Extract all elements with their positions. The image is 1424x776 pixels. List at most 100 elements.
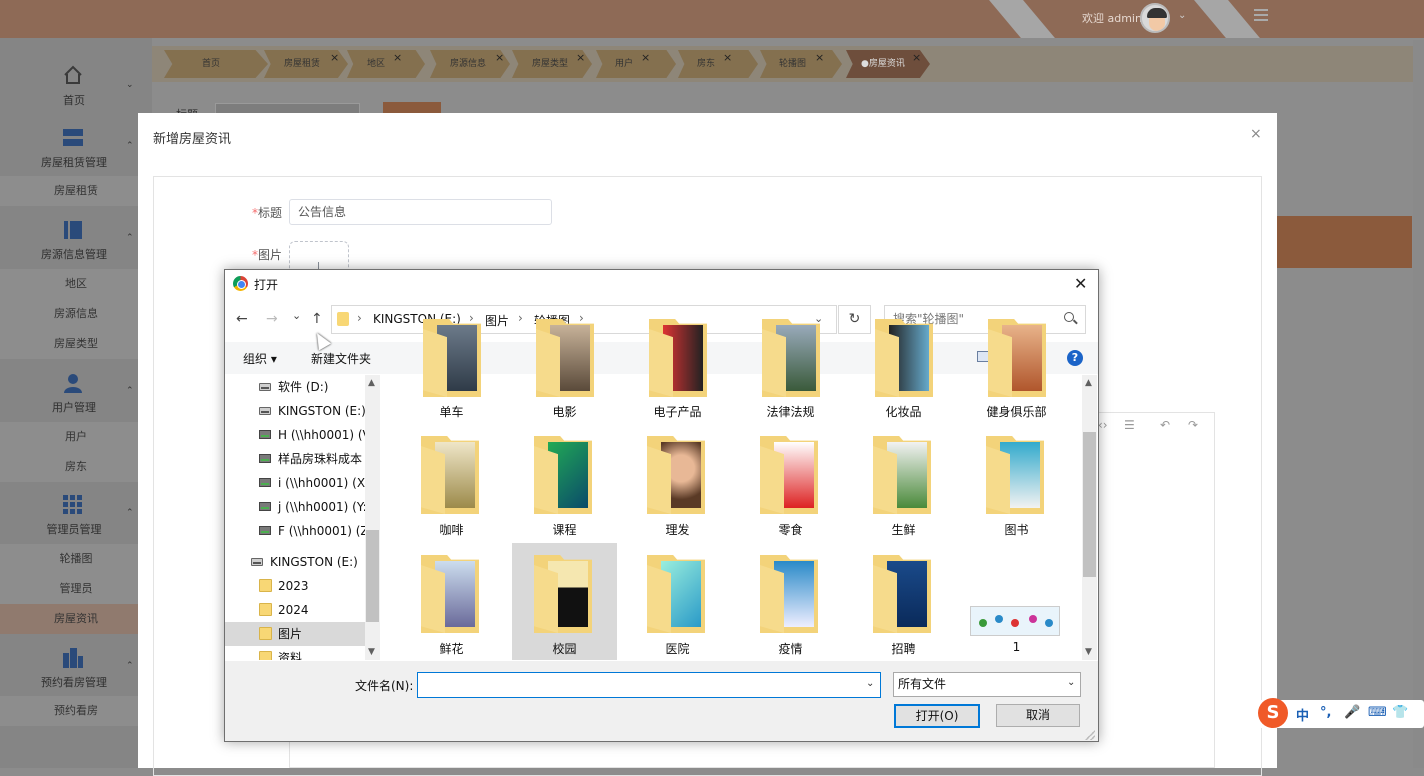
tree-scroll-thumb[interactable] <box>366 530 379 622</box>
chevron-down-icon[interactable]: ⌄ <box>1178 10 1186 21</box>
folder-item[interactable]: 鲜花 <box>399 543 504 660</box>
tree-item[interactable]: 资料 <box>225 646 365 660</box>
filename-input[interactable] <box>417 672 881 698</box>
avatar[interactable] <box>1140 3 1170 33</box>
tree-item[interactable]: 2024 <box>225 598 365 622</box>
sidebar-item-admin[interactable]: 管理员 <box>0 574 152 604</box>
close-icon[interactable]: × <box>641 40 650 76</box>
tab-house-news[interactable]: ●房屋资讯 × <box>846 46 932 82</box>
tree-item[interactable]: F (\\hh0001) (Z <box>225 519 365 543</box>
folder-item[interactable]: 生鲜 <box>851 424 956 540</box>
sidebar-item-listing-info[interactable]: 房源信息 <box>0 299 152 329</box>
filetype-select[interactable]: 所有文件 <box>893 672 1081 697</box>
sidebar-item-house-news[interactable]: 房屋资讯 <box>0 604 152 634</box>
tab-user[interactable]: 用户 × <box>596 46 678 82</box>
tree-item[interactable]: i (\\hh0001) (X: <box>225 471 365 495</box>
redo-icon[interactable]: ↷ <box>1188 418 1198 432</box>
close-icon[interactable]: × <box>723 40 732 76</box>
microphone-icon[interactable]: 🎤 <box>1344 705 1360 720</box>
folder-item[interactable]: 单车 <box>399 319 504 423</box>
sidebar-item-house-type[interactable]: 房屋类型 <box>0 329 152 359</box>
back-icon[interactable]: ← <box>236 311 248 327</box>
folder-item[interactable]: 疫情 <box>738 543 843 660</box>
sogou-logo-icon[interactable]: S <box>1258 698 1288 728</box>
new-folder-button[interactable]: 新建文件夹 <box>311 350 371 367</box>
tab-house-type[interactable]: 房屋类型 × <box>512 46 596 82</box>
sidebar-item-rental[interactable]: 房屋租赁 <box>0 176 152 206</box>
folder-item[interactable]: 课程 <box>512 424 617 540</box>
tab-landlord[interactable]: 房东 × <box>678 46 760 82</box>
scroll-up-icon[interactable]: ▲ <box>1085 378 1092 388</box>
align-icon[interactable]: ☰ <box>1124 418 1135 432</box>
tab-home[interactable]: 首页 <box>164 46 272 82</box>
sidebar-item-landlord[interactable]: 房东 <box>0 452 152 482</box>
close-icon[interactable]: × <box>815 40 824 76</box>
title-input[interactable]: 公告信息 <box>289 199 552 225</box>
close-icon[interactable]: × <box>393 40 402 76</box>
forward-icon[interactable]: → <box>266 311 278 327</box>
skin-icon[interactable]: 👕 <box>1392 705 1408 720</box>
folder-item[interactable]: 招聘 <box>851 543 956 660</box>
tab-carousel[interactable]: 轮播图 × <box>760 46 846 82</box>
header-decoration <box>980 0 1074 38</box>
folder-item[interactable]: 法律法规 <box>738 319 843 423</box>
code-icon[interactable]: ‹› <box>1098 418 1108 432</box>
tree-item[interactable]: H (\\hh0001) (V: <box>225 423 365 447</box>
tree-item-selected[interactable]: 图片 <box>225 622 365 646</box>
tree-item[interactable]: KINGSTON (E:) <box>225 550 365 574</box>
up-folder-icon[interactable]: ↑ <box>311 311 323 327</box>
close-icon[interactable]: × <box>576 40 585 76</box>
close-icon[interactable]: × <box>912 40 921 76</box>
cancel-button[interactable]: 取消 <box>996 704 1080 727</box>
keyboard-icon[interactable]: ⌨ <box>1368 705 1387 720</box>
file-list-scroll-thumb[interactable] <box>1083 432 1096 577</box>
hamburger-menu-icon[interactable] <box>1254 9 1268 21</box>
image-item[interactable]: 1 <box>964 543 1069 660</box>
tab-region[interactable]: 地区 × <box>347 46 427 82</box>
organize-menu[interactable]: 组织 ▾ <box>243 350 277 367</box>
folder-item[interactable]: 健身俱乐部 <box>964 319 1069 423</box>
folder-item[interactable]: 零食 <box>738 424 843 540</box>
folder-item[interactable]: 医院 <box>625 543 730 660</box>
sidebar-item-carousel[interactable]: 轮播图 <box>0 544 152 574</box>
folder-item[interactable]: 电影 <box>512 319 617 423</box>
chevron-down-icon[interactable]: ⌄ <box>866 678 874 689</box>
close-icon[interactable]: × <box>495 40 504 76</box>
folder-item[interactable]: 理发 <box>625 424 730 540</box>
folder-item[interactable]: 化妆品 <box>851 319 956 423</box>
sidebar-item-viewing[interactable]: 预约看房 <box>0 696 152 726</box>
scroll-down-icon[interactable]: ▼ <box>368 647 375 657</box>
sidebar-item-user[interactable]: 用户 <box>0 422 152 452</box>
refresh-icon[interactable]: ↻ <box>838 305 871 334</box>
scroll-up-icon[interactable]: ▲ <box>368 378 375 388</box>
punctuation-icon[interactable]: °, <box>1320 705 1331 720</box>
tree-item[interactable]: j (\\hh0001) (Y: <box>225 495 365 519</box>
close-icon[interactable]: × <box>1250 126 1262 142</box>
folder-item[interactable]: 图书 <box>964 424 1069 540</box>
tab-rental[interactable]: 房屋租赁 × <box>264 46 352 82</box>
folder-icon <box>421 436 479 514</box>
tree-item[interactable]: 软件 (D:) <box>225 375 365 399</box>
tree-item[interactable]: 样品房珠料成本 <box>225 447 365 471</box>
tree-item[interactable]: 2023 <box>225 574 365 598</box>
close-icon[interactable]: ✕ <box>1074 274 1087 293</box>
recent-locations-icon[interactable]: ⌄ <box>292 309 301 322</box>
search-icon[interactable] <box>1064 312 1074 322</box>
tree-item[interactable]: KINGSTON (E:) <box>225 399 365 423</box>
undo-icon[interactable]: ↶ <box>1160 418 1170 432</box>
scroll-down-icon[interactable]: ▼ <box>1085 647 1092 657</box>
close-icon[interactable]: × <box>330 40 339 76</box>
folder-item-selected[interactable]: 校园 <box>512 543 617 660</box>
image-upload[interactable] <box>289 241 349 272</box>
chevron-down-icon[interactable]: ⌄ <box>1067 677 1075 688</box>
resize-grip[interactable] <box>1085 730 1095 740</box>
ime-mode[interactable]: 中 <box>1296 705 1309 724</box>
help-icon[interactable]: ? <box>1067 350 1083 366</box>
tab-listing[interactable]: 房源信息 × <box>430 46 512 82</box>
sidebar-item-region[interactable]: 地区 <box>0 269 152 299</box>
folder-item[interactable]: 电子产品 <box>625 319 730 423</box>
open-button[interactable]: 打开(O) <box>894 704 980 728</box>
page-scrollbar[interactable] <box>1413 40 1424 768</box>
folder-item[interactable]: 咖啡 <box>399 424 504 540</box>
breadcrumb-pictures[interactable]: 图片 <box>485 312 509 329</box>
